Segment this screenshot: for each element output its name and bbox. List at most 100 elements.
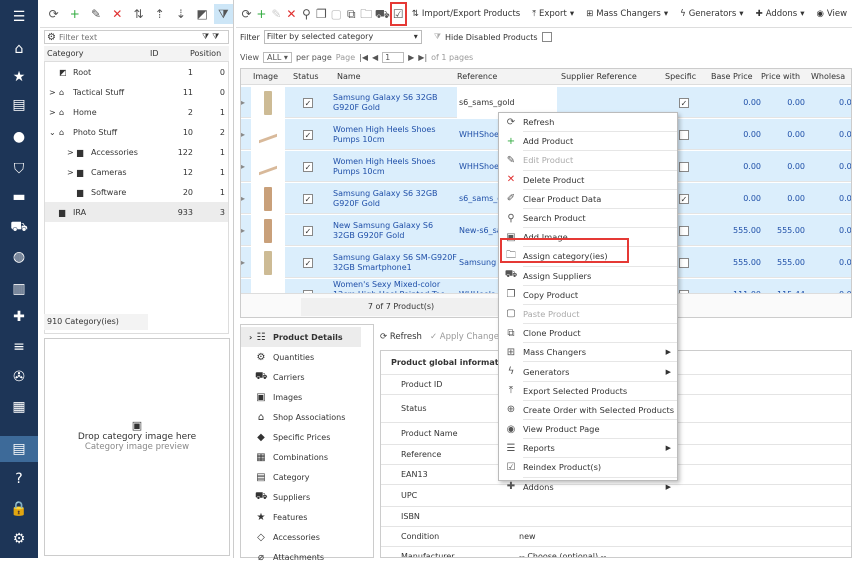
menu-item[interactable]: ❐ Copy Product bbox=[499, 286, 677, 304]
details-nav-item[interactable]: ▣ Images bbox=[241, 387, 373, 407]
base-price[interactable]: 0.00 bbox=[711, 119, 761, 150]
star-icon[interactable]: ★ bbox=[0, 64, 38, 90]
report-icon[interactable]: ▦ bbox=[0, 394, 38, 420]
product-reference[interactable]: WHHShoes_ bbox=[457, 119, 503, 150]
help-icon[interactable]: ? bbox=[0, 466, 38, 492]
product-name[interactable]: Samsung Galaxy S6 32GB G920F Gold bbox=[333, 87, 457, 118]
expand-icon[interactable]: > bbox=[45, 88, 59, 97]
first-page-icon[interactable]: |◀ bbox=[359, 53, 368, 62]
apply-changes-button[interactable]: ✓ Apply Changes bbox=[430, 332, 504, 342]
category-filter-input[interactable] bbox=[58, 32, 199, 42]
user-icon[interactable]: ● bbox=[0, 124, 38, 150]
specific-checkbox[interactable]: ✓ bbox=[679, 193, 689, 204]
category-filter[interactable]: ⚙ ⧩⧩ bbox=[44, 30, 229, 44]
price-with-tax[interactable]: 0.00 bbox=[763, 119, 805, 150]
expand-icon[interactable]: › bbox=[249, 333, 252, 342]
lock-icon[interactable]: 🔒 bbox=[0, 496, 38, 522]
edit-product-icon[interactable]: ✎ bbox=[270, 4, 283, 24]
menu-item[interactable]: ▢ Paste Product bbox=[499, 305, 677, 323]
base-price[interactable]: 555.00 bbox=[711, 247, 761, 278]
globe-icon[interactable]: ◍ bbox=[0, 244, 38, 270]
category-row[interactable]: > ▆ Cameras 12 1 bbox=[45, 162, 228, 182]
wholesale-price[interactable]: 0.0 bbox=[839, 247, 851, 278]
details-refresh-button[interactable]: ⟳ Refresh bbox=[380, 332, 422, 342]
add-icon[interactable]: + bbox=[65, 4, 84, 24]
gear-icon[interactable]: ⚙ bbox=[47, 32, 56, 43]
sort-down-icon[interactable]: ⇣ bbox=[171, 4, 190, 24]
gear-icon[interactable]: ⚙ bbox=[0, 526, 38, 552]
wholesale-price[interactable]: 0.0 bbox=[839, 87, 851, 118]
menu-icon[interactable]: ☰ bbox=[0, 4, 38, 30]
menu-item[interactable]: ⊕ Create Order with Selected Products bbox=[499, 401, 677, 419]
truck-icon[interactable]: ⛟ bbox=[0, 214, 38, 240]
menu-item[interactable]: ☰ Reports ▶ bbox=[499, 439, 677, 457]
paste-icon[interactable]: ▢ bbox=[330, 4, 343, 24]
field-value[interactable]: -- Choose (optional) -- bbox=[519, 552, 606, 557]
details-nav-item[interactable]: ◆ Specific Prices bbox=[241, 427, 373, 447]
menu-item[interactable]: ⛟ Assign Suppliers bbox=[499, 267, 677, 285]
generators-button[interactable]: ϟ Generators ▾ bbox=[675, 9, 748, 19]
assign-category-icon[interactable]: 🗀 bbox=[360, 4, 373, 24]
import-export-button[interactable]: ⇅ Import/Export Products bbox=[407, 9, 525, 19]
field-value[interactable]: new bbox=[519, 532, 536, 541]
copy-icon[interactable]: ❐ bbox=[315, 4, 328, 24]
menu-item[interactable]: ϟ Generators ▶ bbox=[499, 362, 677, 380]
details-nav-item[interactable]: ▦ Combinations bbox=[241, 447, 373, 467]
menu-item[interactable]: ⟳ Refresh bbox=[499, 113, 677, 131]
puzzle-icon[interactable]: ✚ bbox=[0, 304, 38, 330]
store-icon[interactable]: ⌂ bbox=[0, 36, 38, 62]
category-row[interactable]: > ▆ Accessories 122 1 bbox=[45, 142, 228, 162]
status-checkbox[interactable]: ✓ bbox=[303, 257, 313, 268]
mass-changers-button[interactable]: ⊞ Mass Changers ▾ bbox=[581, 9, 673, 19]
expand-icon[interactable]: > bbox=[45, 148, 77, 157]
column-position[interactable]: Position bbox=[190, 49, 221, 58]
category-image-dropzone[interactable]: ▣ Drop category image here Category imag… bbox=[44, 338, 230, 556]
column-header[interactable]: Base Price bbox=[711, 72, 753, 81]
base-price[interactable]: 0.00 bbox=[711, 183, 761, 214]
menu-item[interactable]: ✎ Edit Product bbox=[499, 151, 677, 169]
filter-add-icon[interactable]: ⧩ bbox=[202, 32, 209, 42]
search-icon[interactable]: ⚲ bbox=[300, 4, 313, 24]
category-row[interactable]: ⌄ ⌂ Photo Stuff 10 2 bbox=[45, 122, 228, 142]
column-header[interactable]: Price with bbox=[761, 72, 800, 81]
product-reference[interactable]: New-s6_sam bbox=[457, 215, 503, 246]
image-icon[interactable]: ◩ bbox=[193, 4, 212, 24]
wholesale-price[interactable]: 0.0 bbox=[839, 119, 851, 150]
refresh-icon[interactable]: ⟳ bbox=[44, 4, 63, 24]
column-header[interactable]: Supplier Reference bbox=[561, 72, 637, 81]
last-page-icon[interactable]: ▶| bbox=[418, 53, 427, 62]
product-reference[interactable]: WHHShoes_ bbox=[457, 151, 503, 182]
specific-checkbox[interactable] bbox=[679, 225, 689, 236]
menu-item[interactable]: ⊞ Mass Changers ▶ bbox=[499, 343, 677, 361]
wholesale-price[interactable]: 0.0 bbox=[839, 151, 851, 182]
refresh-icon[interactable]: ⟳ bbox=[240, 4, 253, 24]
menu-item[interactable]: ✚ Addons ▶ bbox=[499, 478, 677, 496]
category-row[interactable]: > ⌂ Tactical Stuff 11 0 bbox=[45, 82, 228, 102]
price-with-tax[interactable]: 0.00 bbox=[763, 183, 805, 214]
details-nav-item[interactable]: › ☷ Product Details bbox=[241, 327, 361, 347]
status-checkbox[interactable]: ✓ bbox=[303, 129, 313, 140]
menu-item[interactable]: ⚲ Search Product bbox=[499, 209, 677, 227]
addons-button[interactable]: ✚ Addons ▾ bbox=[751, 9, 810, 19]
specific-checkbox[interactable]: ✓ bbox=[679, 97, 689, 108]
specific-checkbox[interactable] bbox=[679, 257, 689, 268]
base-price[interactable]: 0.00 bbox=[711, 87, 761, 118]
base-price[interactable]: 0.00 bbox=[711, 151, 761, 182]
form-row[interactable]: ISBN bbox=[381, 507, 851, 527]
chat-icon[interactable]: ▬ bbox=[0, 184, 38, 210]
price-with-tax[interactable]: 555.00 bbox=[763, 215, 805, 246]
status-checkbox[interactable]: ✓ bbox=[303, 97, 313, 108]
export-button[interactable]: ⤒ Export ▾ bbox=[527, 9, 579, 19]
base-price[interactable]: 555.00 bbox=[711, 215, 761, 246]
menu-item[interactable]: ✕ Delete Product bbox=[499, 171, 677, 189]
expand-icon[interactable]: > bbox=[45, 168, 77, 177]
wrench-icon[interactable]: ✇ bbox=[0, 364, 38, 390]
price-with-tax[interactable]: 555.00 bbox=[763, 247, 805, 278]
menu-item[interactable]: ✐ Clear Product Data bbox=[499, 190, 677, 208]
product-name[interactable]: Samsung Galaxy S6 SM-G920F 32GB Smartpho… bbox=[333, 247, 457, 278]
details-nav-item[interactable]: ⛟ Carriers bbox=[241, 367, 373, 387]
chart-icon[interactable]: ▥ bbox=[0, 276, 38, 302]
delete-product-icon[interactable]: ✕ bbox=[285, 4, 298, 24]
price-with-tax[interactable]: 0.00 bbox=[763, 151, 805, 182]
details-nav-item[interactable]: ★ Features bbox=[241, 507, 373, 527]
